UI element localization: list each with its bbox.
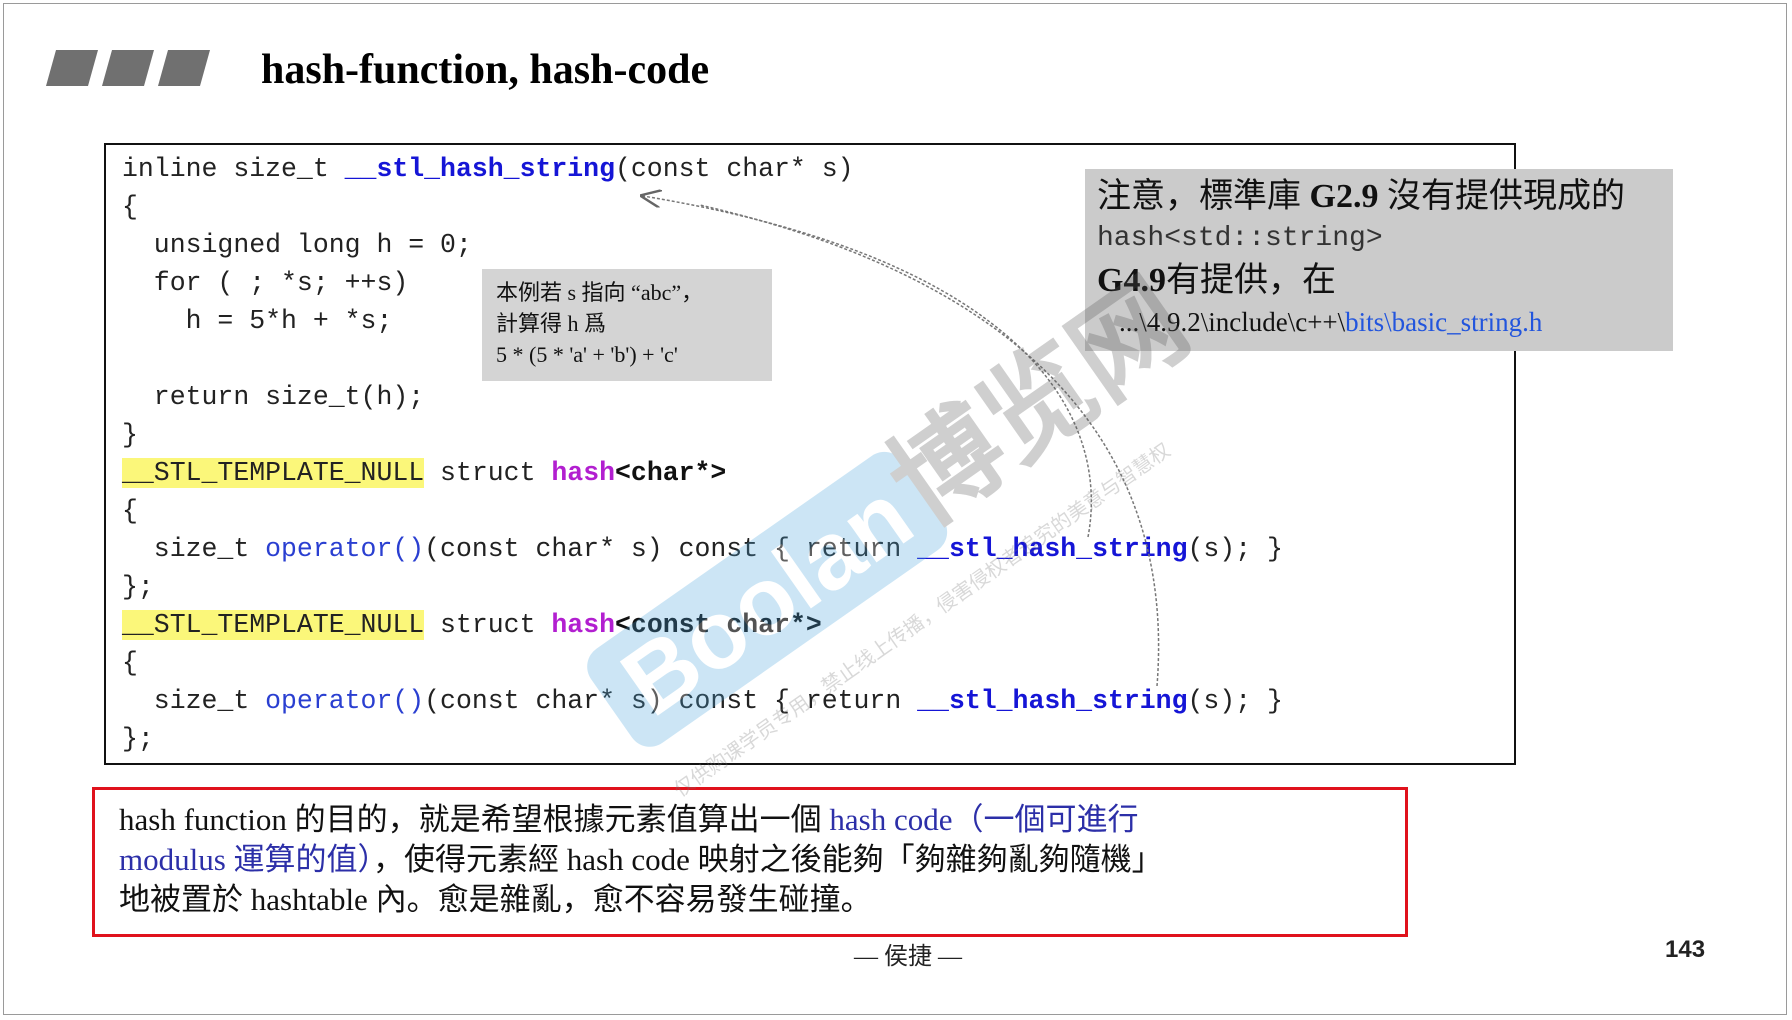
- code-line: __STL_TEMPLATE_NULL struct hash<char*>: [122, 458, 727, 488]
- code-line: return size_t(h);: [122, 382, 425, 412]
- code-line: inline size_t __stl_hash_string(const ch…: [122, 154, 854, 184]
- slide: hash-function, hash-code inline size_t _…: [3, 3, 1787, 1015]
- code-line: }: [122, 420, 138, 450]
- code-fn-name: __stl_hash_string: [344, 154, 615, 184]
- code-line: __STL_TEMPLATE_NULL struct hash<const ch…: [122, 610, 822, 640]
- macro-highlight: __STL_TEMPLATE_NULL: [122, 458, 425, 488]
- code-line: size_t operator()(const char* s) const {…: [122, 534, 1283, 564]
- code-line: size_t operator()(const char* s) const {…: [122, 686, 1283, 716]
- code-line: };: [122, 572, 154, 602]
- code-line: h = 5*h + *s;: [122, 306, 393, 336]
- explanation-box: hash function 的目的，就是希望根據元素值算出一個 hash cod…: [92, 787, 1408, 937]
- code-line: for ( ; *s; ++s): [122, 268, 409, 298]
- example-note: 本例若 s 指向 “abc”， 計算得 h 爲 5 * (5 * 'a' + '…: [482, 269, 772, 381]
- code-line: };: [122, 724, 154, 754]
- header-path: bits\basic_string.h: [1345, 307, 1543, 337]
- code-line: {: [122, 648, 138, 678]
- title-decoration: [46, 50, 210, 86]
- code-line: {: [122, 192, 138, 222]
- page-number: 143: [1665, 936, 1706, 963]
- macro-highlight: __STL_TEMPLATE_NULL: [122, 610, 425, 640]
- footer-author: — 侯捷 —: [854, 944, 962, 970]
- code-line: unsigned long h = 0;: [122, 230, 472, 260]
- code-line: {: [122, 496, 138, 526]
- library-note: 注意，標準庫 G2.9 沒有提供現成的 hash<std::string> G4…: [1085, 169, 1673, 351]
- slide-title: hash-function, hash-code: [261, 47, 710, 93]
